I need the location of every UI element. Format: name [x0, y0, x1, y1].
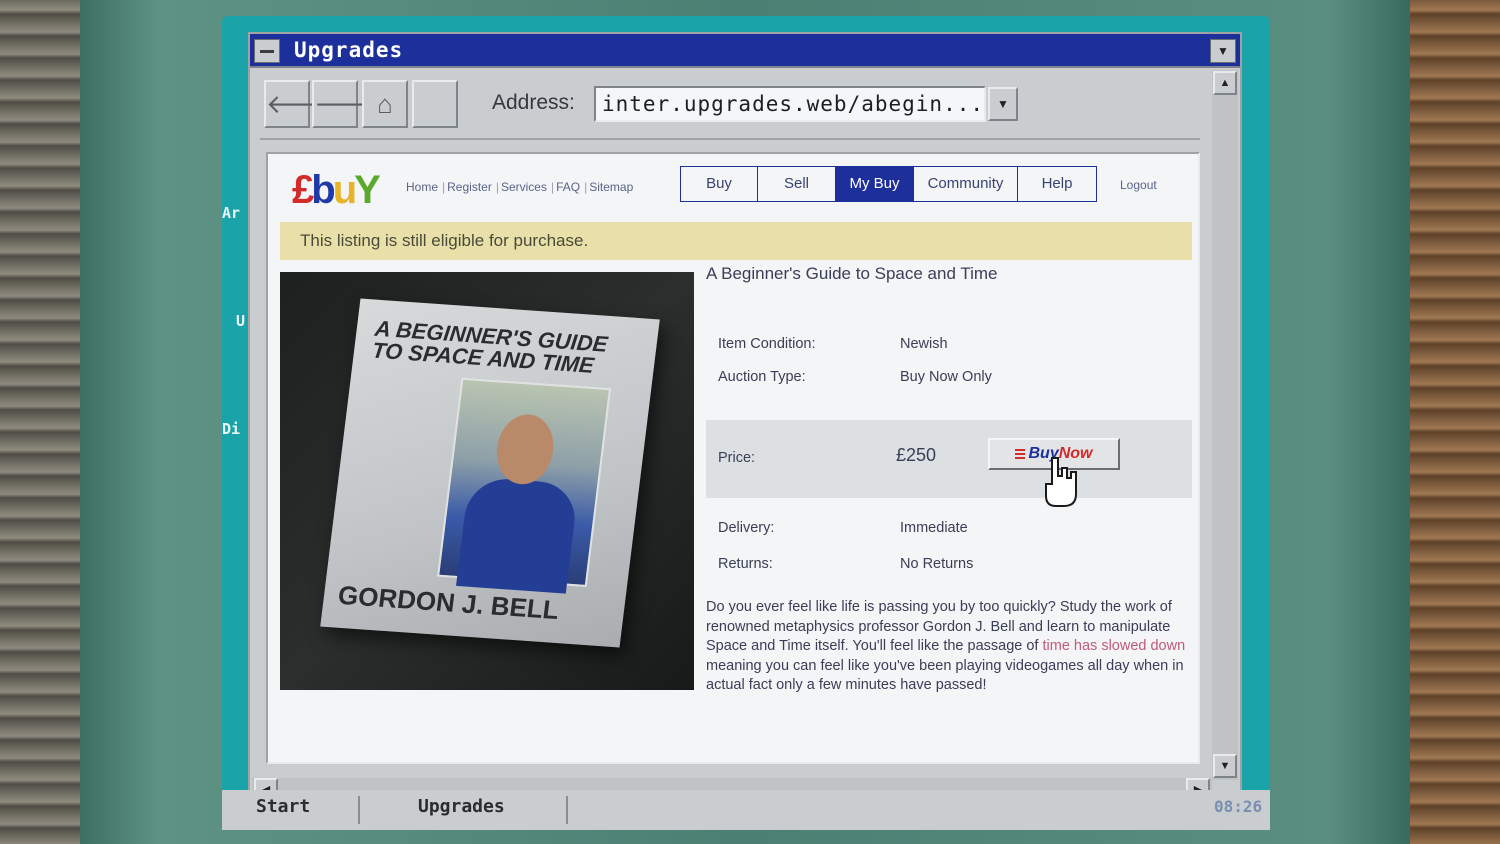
- taskbar: Start Upgrades: [222, 790, 1270, 830]
- link-services[interactable]: Services: [501, 180, 547, 194]
- system-menu-button[interactable]: [254, 39, 280, 63]
- web-page: £buY Home | Register | Services | FAQ | Sitemap …: [266, 152, 1200, 764]
- blank-toolbar-button[interactable]: [412, 80, 458, 128]
- book-cover-blurb: [364, 417, 444, 423]
- vertical-scrollbar[interactable]: ▲ ▼: [1212, 70, 1238, 780]
- forward-button[interactable]: 🡒: [312, 80, 384, 128]
- logo-letter: Y: [354, 168, 381, 212]
- item-title: A Beginner's Guide to Space and Time: [706, 264, 998, 283]
- price-panel: Price: £250 BuyNow: [706, 420, 1192, 498]
- home-button[interactable]: ⌂: [362, 80, 408, 128]
- window-blinds-left: [0, 0, 90, 844]
- browser-window: Upgrades ▼ 🡐 🡒 ⌂ Address: inter.upgrades…: [248, 32, 1242, 808]
- address-dropdown-button[interactable]: ▼: [988, 87, 1018, 121]
- window-blinds-right: [1400, 0, 1500, 844]
- auction-type-label: Auction Type:: [718, 369, 806, 385]
- description-highlight: time has slowed down: [1042, 638, 1186, 654]
- author-portrait: [437, 377, 612, 594]
- logo-letter: £: [292, 168, 314, 212]
- hand-cursor-icon: [1045, 457, 1077, 507]
- tab-help[interactable]: Help: [1018, 167, 1096, 201]
- site-logo[interactable]: £buY: [292, 168, 381, 213]
- price-value: £250: [896, 445, 937, 465]
- logo-letter: u: [332, 168, 358, 212]
- eligibility-banner: This listing is still eligible for purch…: [280, 222, 1192, 260]
- tab-sell[interactable]: Sell: [758, 167, 836, 201]
- home-icon: ⌂: [377, 89, 393, 119]
- logout-link[interactable]: Logout: [1120, 178, 1157, 192]
- back-button[interactable]: 🡐: [264, 80, 336, 128]
- returns-value: No Returns: [900, 556, 974, 572]
- scroll-up-button[interactable]: ▲: [1213, 71, 1237, 95]
- tab-my-buy[interactable]: My Buy: [836, 167, 914, 201]
- book-cover-title: A BEGINNER'S GUIDE TO SPACE AND TIME: [370, 315, 609, 378]
- chevron-down-icon: ▼: [997, 97, 1009, 111]
- auction-type-value: Buy Now Only: [900, 369, 992, 385]
- link-register[interactable]: Register: [447, 180, 492, 194]
- logo-letter: b: [311, 168, 336, 212]
- top-links: Home | Register | Services | FAQ | Sitemap: [406, 180, 634, 194]
- link-sitemap[interactable]: Sitemap: [589, 180, 633, 194]
- returns-label: Returns:: [718, 556, 773, 572]
- window-title: Upgrades: [294, 38, 404, 62]
- address-input[interactable]: inter.upgrades.web/abegin...: [594, 86, 986, 122]
- desktop-icon-label[interactable]: Di: [222, 420, 240, 438]
- taskbar-divider: [358, 796, 360, 824]
- scroll-down-button[interactable]: ▼: [1213, 754, 1237, 778]
- item-description: Do you ever feel like life is passing yo…: [706, 598, 1188, 696]
- condition-value: Newish: [900, 336, 948, 352]
- speed-lines-icon: [1015, 448, 1026, 459]
- tab-buy[interactable]: Buy: [681, 167, 758, 201]
- address-label: Address:: [492, 91, 575, 114]
- start-button[interactable]: Start: [256, 796, 310, 817]
- tab-community[interactable]: Community: [914, 167, 1018, 201]
- taskbar-divider: [566, 796, 568, 824]
- item-photo: A BEGINNER'S GUIDE TO SPACE AND TIME GOR…: [280, 272, 694, 690]
- delivery-label: Delivery:: [718, 520, 775, 536]
- description-text: meaning you can feel like you've been pl…: [706, 657, 1184, 694]
- minimize-button[interactable]: ▼: [1210, 39, 1236, 63]
- taskbar-item-upgrades[interactable]: Upgrades: [418, 796, 505, 817]
- condition-label: Item Condition:: [718, 336, 816, 352]
- desktop-icon-label[interactable]: U: [236, 312, 245, 330]
- title-bar[interactable]: Upgrades ▼: [250, 34, 1240, 68]
- delivery-value: Immediate: [900, 520, 968, 536]
- price-label: Price:: [718, 450, 756, 466]
- link-faq[interactable]: FAQ: [556, 180, 580, 194]
- main-nav-tabs: Buy Sell My Buy Community Help: [680, 166, 1097, 202]
- toolbar-divider: [260, 138, 1200, 140]
- desktop-icon-label[interactable]: Ar: [222, 204, 240, 222]
- book-cover: A BEGINNER'S GUIDE TO SPACE AND TIME GOR…: [320, 298, 660, 648]
- link-home[interactable]: Home: [406, 180, 438, 194]
- taskbar-clock: 08:26: [1214, 797, 1263, 816]
